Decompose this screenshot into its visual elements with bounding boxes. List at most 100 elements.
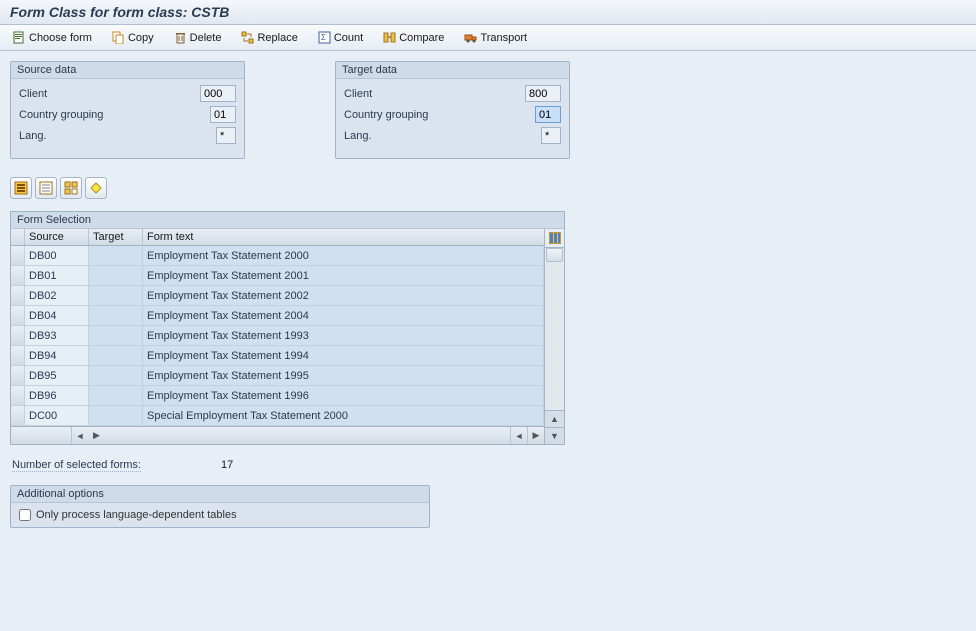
row-selector[interactable] <box>11 246 25 265</box>
row-selector[interactable] <box>11 306 25 325</box>
table-row[interactable]: DC00 Special Employment Tax Statement 200… <box>11 406 544 426</box>
cell-formtext: Employment Tax Statement 2004 <box>143 306 544 325</box>
target-client-input[interactable] <box>525 85 561 102</box>
col-selector-header[interactable] <box>11 229 25 245</box>
source-client-input[interactable] <box>200 85 236 102</box>
scroll-down-icon[interactable]: ▼ <box>545 427 564 444</box>
truck-icon <box>464 31 477 44</box>
lang-tables-label: Only process language-dependent tables <box>36 509 237 521</box>
cell-formtext: Special Employment Tax Statement 2000 <box>143 406 544 425</box>
hscroll-left-icon[interactable]: ◄ <box>71 427 88 444</box>
page-title: Form Class for form class: CSTB <box>10 4 966 20</box>
delete-button[interactable]: Delete <box>167 28 229 47</box>
cell-formtext: Employment Tax Statement 1993 <box>143 326 544 345</box>
select-all-button[interactable] <box>10 177 32 199</box>
window-header: Form Class for form class: CSTB <box>0 0 976 25</box>
row-selector[interactable] <box>11 386 25 405</box>
row-selector[interactable] <box>11 326 25 345</box>
cell-source: DB93 <box>25 326 89 345</box>
expand-button[interactable] <box>85 177 107 199</box>
table-row[interactable]: DB00 Employment Tax Statement 2000 <box>11 246 544 266</box>
target-data-panel: Target data Client Country grouping Lang… <box>335 61 570 159</box>
target-panel-title: Target data <box>336 62 569 79</box>
cell-target <box>89 326 143 345</box>
table-row[interactable]: DB02 Employment Tax Statement 2002 <box>11 286 544 306</box>
cell-target <box>89 246 143 265</box>
col-target-header[interactable]: Target <box>89 229 143 245</box>
cell-source: DC00 <box>25 406 89 425</box>
form-selection-title: Form Selection <box>11 212 564 229</box>
source-cg-input[interactable] <box>210 106 236 123</box>
compare-button[interactable]: Compare <box>376 28 451 47</box>
target-client-label: Client <box>344 88 525 100</box>
app-toolbar: Choose form Copy Delete Replace Σ Count … <box>0 25 976 51</box>
lang-tables-checkbox-row[interactable]: Only process language-dependent tables <box>19 509 421 521</box>
col-source-header[interactable]: Source <box>25 229 89 245</box>
form-selection-panel: Form Selection Source Target Form text D… <box>10 211 565 445</box>
cell-target <box>89 266 143 285</box>
hscroll-left2-icon[interactable]: ◄ <box>510 427 527 444</box>
hscroll-right-inner-icon[interactable]: ▶ <box>88 427 105 444</box>
row-selector[interactable] <box>11 286 25 305</box>
selection-iconbar <box>10 177 966 199</box>
col-text-header[interactable]: Form text <box>143 229 544 245</box>
count-button[interactable]: Σ Count <box>311 28 370 47</box>
cell-formtext: Employment Tax Statement 2002 <box>143 286 544 305</box>
target-lang-label: Lang. <box>344 130 541 142</box>
horizontal-scrollbar[interactable]: ◄ ▶ ◄ ▶ <box>11 426 544 444</box>
source-client-label: Client <box>19 88 200 100</box>
configure-columns-button[interactable] <box>545 229 564 248</box>
table-row[interactable]: DB01 Employment Tax Statement 2001 <box>11 266 544 286</box>
scrollbar-thumb[interactable] <box>546 248 563 262</box>
table-row[interactable]: DB93 Employment Tax Statement 1993 <box>11 326 544 346</box>
cell-formtext: Employment Tax Statement 1994 <box>143 346 544 365</box>
target-cg-input[interactable] <box>535 106 561 123</box>
grid-header: Source Target Form text <box>11 229 544 246</box>
source-lang-input[interactable] <box>216 127 236 144</box>
deselect-all-button[interactable] <box>35 177 57 199</box>
count-icon: Σ <box>318 31 331 44</box>
grid-sidebar: ▲ ▼ <box>544 229 564 444</box>
row-selector[interactable] <box>11 406 25 425</box>
cell-formtext: Employment Tax Statement 1995 <box>143 366 544 385</box>
cell-target <box>89 306 143 325</box>
table-row[interactable]: DB04Employment Tax Statement 2004 <box>11 306 544 326</box>
target-cg-label: Country grouping <box>344 109 535 121</box>
table-row[interactable]: DB96Employment Tax Statement 1996 <box>11 386 544 406</box>
cell-formtext: Employment Tax Statement 2000 <box>143 246 544 265</box>
source-data-panel: Source data Client Country grouping Lang… <box>10 61 245 159</box>
compare-icon <box>383 31 396 44</box>
transport-button[interactable]: Transport <box>457 28 534 47</box>
selected-count-value: 17 <box>221 459 233 471</box>
form-icon <box>13 31 26 44</box>
cell-target <box>89 386 143 405</box>
target-lang-input[interactable] <box>541 127 561 144</box>
row-selector[interactable] <box>11 266 25 285</box>
choose-form-button[interactable]: Choose form <box>6 28 99 47</box>
cell-formtext: Employment Tax Statement 2001 <box>143 266 544 285</box>
replace-button[interactable]: Replace <box>234 28 304 47</box>
options-title: Additional options <box>11 486 429 503</box>
cell-source: DB00 <box>25 246 89 265</box>
hscroll-right-icon[interactable]: ▶ <box>527 427 544 444</box>
additional-options-panel: Additional options Only process language… <box>10 485 430 528</box>
cell-source: DB02 <box>25 286 89 305</box>
row-selector[interactable] <box>11 366 25 385</box>
cell-target <box>89 366 143 385</box>
trash-icon <box>174 31 187 44</box>
select-block-button[interactable] <box>60 177 82 199</box>
cell-formtext: Employment Tax Statement 1996 <box>143 386 544 405</box>
vertical-scrollbar[interactable] <box>545 248 564 410</box>
table-row[interactable]: DB95 Employment Tax Statement 1995 <box>11 366 544 386</box>
lang-tables-checkbox[interactable] <box>19 509 31 521</box>
svg-text:Σ: Σ <box>321 33 326 42</box>
scroll-up-icon[interactable]: ▲ <box>545 410 564 427</box>
cell-target <box>89 406 143 425</box>
row-selector[interactable] <box>11 346 25 365</box>
copy-icon <box>112 31 125 44</box>
cell-target <box>89 346 143 365</box>
cell-source: DB95 <box>25 366 89 385</box>
table-row[interactable]: DB94Employment Tax Statement 1994 <box>11 346 544 366</box>
cell-source: DB01 <box>25 266 89 285</box>
copy-button[interactable]: Copy <box>105 28 161 47</box>
